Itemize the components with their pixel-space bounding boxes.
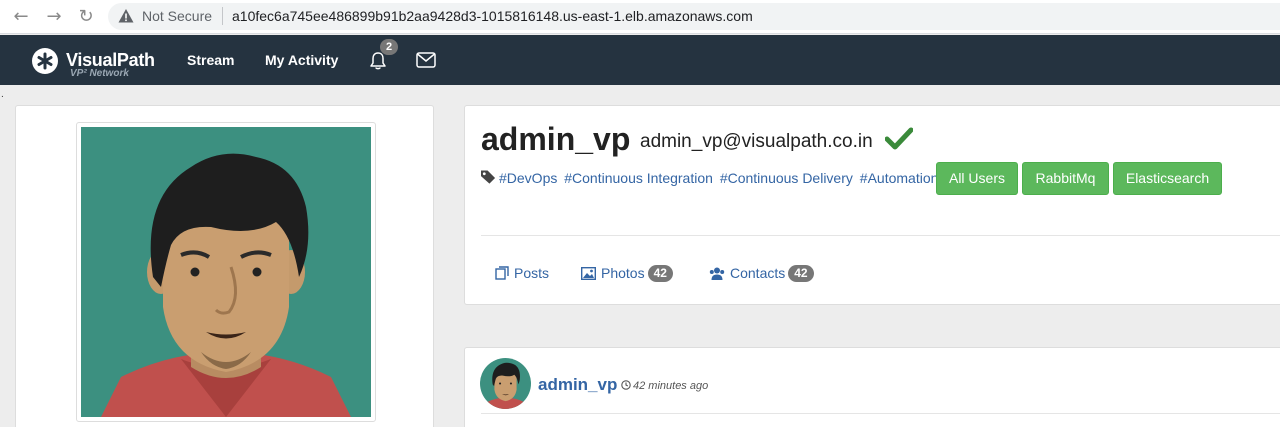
avatar-illustration [81, 127, 371, 417]
hashtag-link[interactable]: #Automation [860, 170, 939, 186]
image-icon [580, 266, 597, 281]
arrow-left-icon[interactable]: ← [10, 6, 32, 28]
notification-badge: 2 [380, 39, 398, 55]
tab-label: Contacts [730, 265, 786, 281]
verified-check-icon [885, 127, 913, 150]
url-text[interactable]: a10fec6a745ee486899b91b2aa9428d3-1015816… [232, 8, 753, 24]
stray-text: . [1, 89, 4, 100]
profile-avatar[interactable] [76, 122, 376, 422]
brand-tagline: VP² Network [70, 68, 129, 79]
contacts-count-badge: 42 [788, 265, 814, 282]
post-card: admin_vp 42 minutes ago [464, 347, 1280, 427]
divider [481, 235, 1280, 236]
address-bar[interactable]: Not Secure a10fec6a745ee486899b91b2aa942… [108, 3, 1280, 30]
profile-picture-card [15, 105, 434, 427]
clock-icon [621, 380, 631, 390]
tab-posts[interactable]: Posts [495, 265, 549, 281]
rabbitmq-button[interactable]: RabbitMq [1022, 162, 1109, 195]
users-icon [709, 267, 725, 280]
nav-link-my-activity[interactable]: My Activity [265, 52, 338, 68]
reload-icon[interactable]: ↻ [75, 6, 97, 28]
url-separator [222, 7, 223, 25]
profile-username: admin_vp [481, 121, 631, 157]
profile-header-card: admin_vp admin_vp@visualpath.co.in #DevO… [464, 105, 1280, 305]
envelope-icon[interactable] [416, 52, 436, 68]
hashtag-link[interactable]: #DevOps [499, 170, 557, 186]
post-author-link[interactable]: admin_vp [538, 375, 617, 395]
photos-count-badge: 42 [647, 265, 673, 282]
security-label: Not Secure [142, 8, 213, 24]
post-time-text: 42 minutes ago [633, 380, 709, 392]
nav-link-stream[interactable]: Stream [187, 52, 234, 68]
post-timestamp: 42 minutes ago [621, 380, 708, 392]
tab-contacts[interactable]: Contacts 42 [709, 265, 814, 282]
browser-toolbar: ← → ↻ Not Secure a10fec6a745ee486899b91b… [0, 0, 1280, 34]
tab-label: Posts [514, 265, 550, 281]
divider [481, 413, 1280, 414]
hashtag-link[interactable]: #Continuous Delivery [720, 170, 853, 186]
logo-icon[interactable] [32, 48, 58, 74]
all-users-button[interactable]: All Users [936, 162, 1018, 195]
posts-icon [495, 266, 509, 280]
hashtag-list: #DevOps #Continuous Integration #Continu… [499, 170, 941, 186]
tab-label: Photos [601, 265, 645, 281]
elasticsearch-button[interactable]: Elasticsearch [1113, 162, 1222, 195]
hashtag-link[interactable]: #Continuous Integration [564, 170, 713, 186]
profile-email: admin_vp@visualpath.co.in [640, 131, 873, 152]
tab-photos[interactable]: Photos 42 [580, 265, 673, 282]
warning-icon [118, 9, 134, 23]
post-author-avatar[interactable] [480, 358, 531, 409]
tag-icon [481, 170, 496, 184]
top-navbar: VisualPath VP² Network Stream My Activit… [0, 35, 1280, 85]
arrow-right-icon[interactable]: → [43, 6, 65, 28]
